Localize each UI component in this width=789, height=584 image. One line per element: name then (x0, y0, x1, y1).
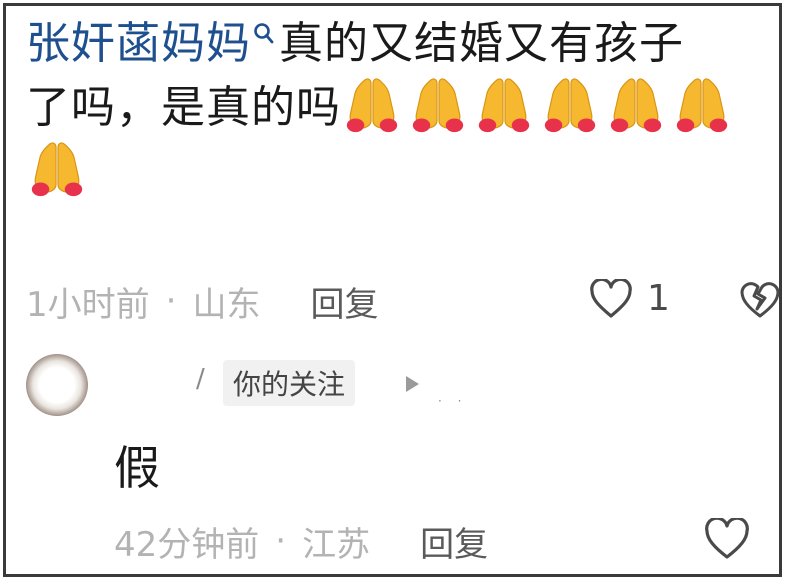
play-icon[interactable] (403, 374, 421, 394)
reply-button[interactable]: 回复 (420, 517, 488, 566)
folded-hands-emoji-icon (473, 72, 535, 134)
meta-separator: · (275, 521, 287, 561)
dots-icon: · · (438, 394, 468, 408)
heart-icon (590, 278, 632, 318)
like-count: 1 (647, 278, 670, 319)
avatar[interactable] (26, 354, 88, 416)
comment-body: 张奸菡妈妈 真的又结婚又有孩子 了吗，是真的吗 (26, 16, 776, 200)
folded-hands-emoji-icon (407, 72, 469, 134)
like-button[interactable] (704, 516, 750, 564)
comment-meta: 1小时前 · 山东 回复 (26, 276, 786, 326)
comment-location: 江苏 (302, 524, 371, 565)
folded-hands-emoji-icon (539, 72, 601, 134)
reply-button[interactable]: 回复 (310, 277, 378, 326)
comment-time: 42分钟前 (114, 524, 260, 565)
dislike-button[interactable] (739, 280, 781, 324)
comment-item: 张奸菡妈妈 真的又结婚又有孩子 了吗，是真的吗 (26, 16, 776, 200)
following-badge[interactable]: 你的关注 (223, 360, 356, 406)
comment-text: 假 (114, 441, 160, 495)
like-button[interactable]: 1 (589, 278, 670, 319)
comment-username[interactable]: 张奸菡妈妈 (26, 18, 251, 69)
broken-heart-icon (740, 282, 780, 318)
heart-icon (705, 516, 749, 559)
search-icon[interactable] (253, 22, 275, 48)
comment-text-line1: 真的又结婚又有孩子 (279, 18, 684, 69)
folded-hands-emoji-icon (341, 72, 403, 134)
folded-hands-emoji-icon (605, 72, 667, 134)
meta-separator: · (165, 281, 177, 321)
comment-location: 山东 (192, 284, 261, 325)
divider-slash: / (196, 364, 205, 394)
screenshot-frame: 张奸菡妈妈 真的又结婚又有孩子 了吗，是真的吗 1小时前 · 山东 回复 1 / … (3, 3, 782, 577)
comment-meta: 42分钟前 · 江苏 回复 (114, 516, 774, 566)
folded-hands-emoji-icon (671, 72, 733, 134)
comment-text-line2: 了吗，是真的吗 (26, 82, 341, 133)
folded-hands-emoji-icon (26, 136, 88, 198)
comment-time: 1小时前 (26, 284, 150, 325)
